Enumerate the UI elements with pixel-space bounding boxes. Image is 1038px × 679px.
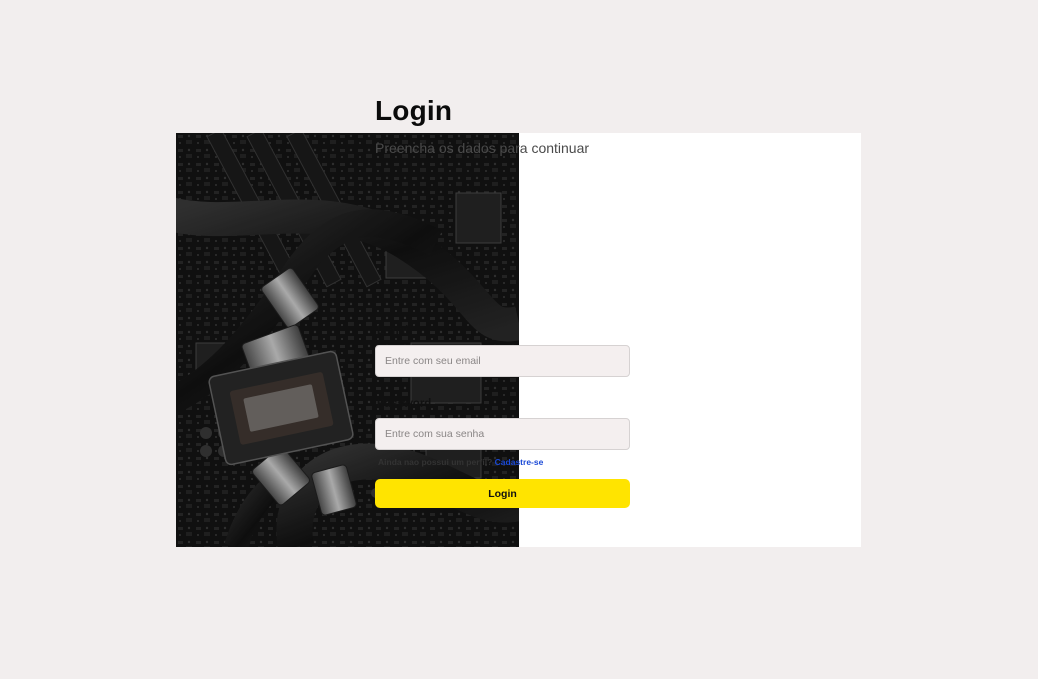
email-field[interactable] (375, 345, 630, 377)
page-title: Login (375, 95, 453, 126)
password-field[interactable] (375, 418, 630, 450)
password-label: Password (377, 398, 432, 410)
email-label: E-mail (377, 325, 412, 337)
signup-link[interactable]: Cadastre-se (495, 457, 544, 467)
login-button[interactable]: Login (375, 479, 630, 508)
signup-prompt-row: Ainda nao possui um perfil? Cadastre-se (378, 457, 543, 467)
signup-prompt-text: Ainda nao possui um perfil? (378, 457, 493, 467)
page-subtitle: Preencha os dados para continuar (375, 140, 590, 156)
